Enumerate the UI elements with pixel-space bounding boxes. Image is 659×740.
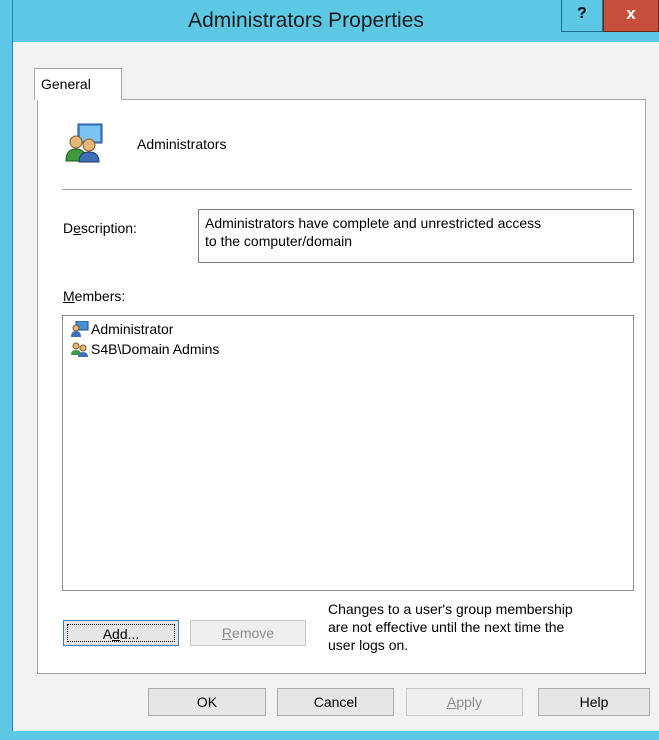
group-icon: [71, 342, 88, 357]
member-name: Administrator: [91, 321, 174, 337]
group-name: Administrators: [137, 136, 227, 152]
separator: [62, 189, 632, 190]
list-item[interactable]: S4B\Domain Admins: [71, 339, 219, 359]
window-frame-bottom: [0, 731, 659, 740]
tab-general[interactable]: General: [34, 68, 122, 100]
list-item[interactable]: Administrator: [71, 319, 173, 339]
title-bar[interactable]: Administrators Properties ? x: [13, 0, 659, 42]
window-frame-left: [0, 0, 13, 740]
close-button[interactable]: x: [603, 0, 659, 32]
members-label: Members:: [63, 288, 126, 304]
remove-button[interactable]: Remove: [190, 620, 306, 646]
membership-note: Changes to a user's group membership are…: [328, 600, 628, 654]
help-button[interactable]: Help: [538, 688, 650, 716]
note-line-1: Changes to a user's group membership: [328, 601, 573, 617]
add-button[interactable]: Add...: [63, 620, 179, 646]
members-list[interactable]: Administrator S4B\Domain Admins: [62, 315, 634, 591]
description-label: Description:: [63, 220, 137, 236]
add-button-label: Add...: [67, 624, 175, 642]
apply-button[interactable]: Apply: [406, 688, 523, 716]
description-line-2: to the computer/domain: [205, 233, 353, 249]
group-icon: [64, 123, 104, 163]
properties-dialog: Administrators Properties ? x General Ad…: [0, 0, 659, 740]
ok-button[interactable]: OK: [148, 688, 266, 716]
cancel-button[interactable]: Cancel: [277, 688, 394, 716]
description-line-1: Administrators have complete and unrestr…: [205, 215, 542, 231]
member-name: S4B\Domain Admins: [91, 341, 220, 357]
user-icon: [71, 321, 89, 337]
help-titlebar-button[interactable]: ?: [561, 0, 603, 32]
note-line-3: user logs on.: [328, 637, 409, 653]
note-line-2: are not effective until the next time th…: [328, 619, 565, 635]
description-field[interactable]: Administrators have complete and unrestr…: [198, 209, 634, 263]
